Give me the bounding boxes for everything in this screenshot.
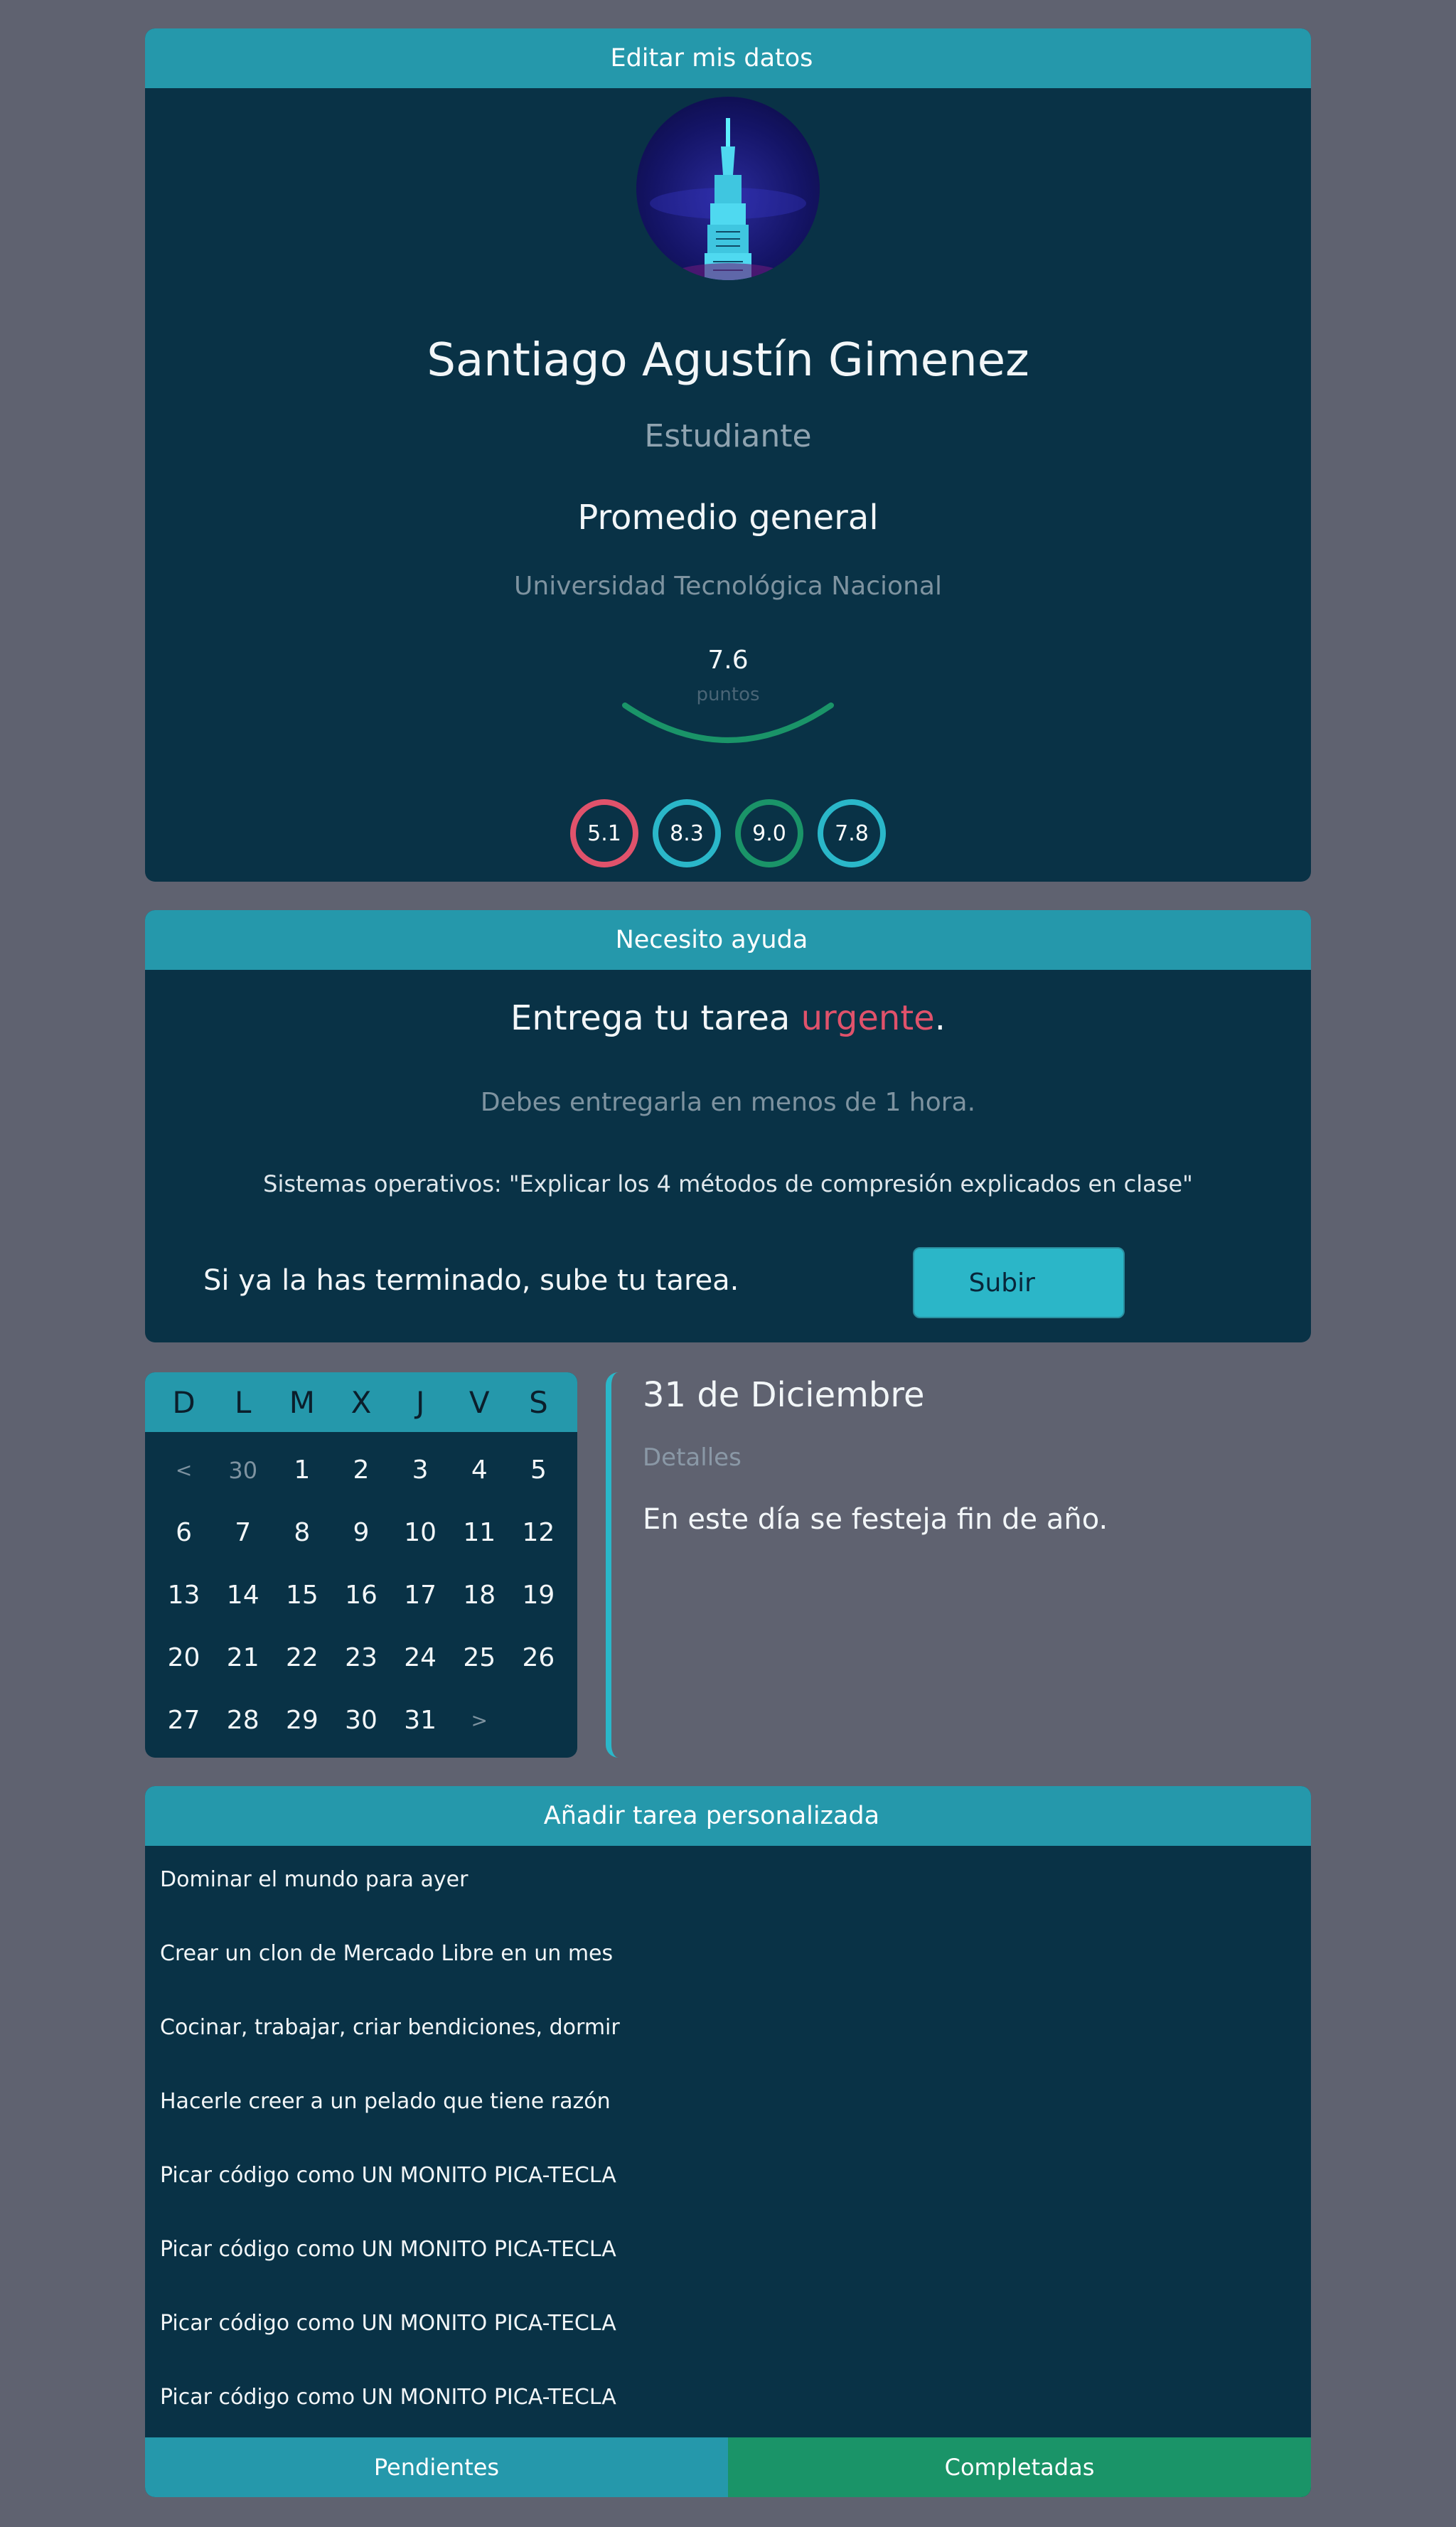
add-task-header[interactable]: Añadir tarea personalizada [145,1786,1311,1846]
calendar-day[interactable]: 7 [213,1502,272,1564]
task-tabs: Pendientes Completadas [145,2437,1311,2497]
calendar-day[interactable]: 6 [154,1502,213,1564]
tab-completed[interactable]: Completadas [728,2437,1311,2497]
urgent-title: Entrega tu tarea urgente. [145,998,1311,1038]
urgent-suffix: . [934,998,946,1038]
calendar-day[interactable]: 22 [272,1627,331,1689]
calendar-day[interactable]: 26 [509,1627,568,1689]
subject-scores: 5.1 8.3 9.0 7.8 [145,799,1311,867]
calendar-day[interactable]: 18 [450,1564,509,1627]
task-item[interactable]: Picar código como UN MONITO PICA-TECLA [145,2363,1311,2437]
calendar-day[interactable]: 30 [331,1689,390,1752]
task-item[interactable]: Picar código como UN MONITO PICA-TECLA [145,2216,1311,2290]
weekday-label: X [350,1384,372,1420]
calendar-day[interactable]: 14 [213,1564,272,1627]
university-name: Universidad Tecnológica Nacional [514,572,942,601]
calendar-day[interactable]: 16 [331,1564,390,1627]
calendar-day[interactable]: 20 [154,1627,213,1689]
calendar: D L M X J V S < 30 1 2 3 4 5 6 7 8 9 10 … [145,1372,577,1758]
weekday-label: S [529,1384,548,1420]
task-item[interactable]: Hacerle creer a un pelado que tiene razó… [145,2068,1311,2142]
student-role: Estudiante [644,418,812,454]
calendar-day[interactable]: 28 [213,1689,272,1752]
prev-month-button[interactable]: < [154,1439,213,1502]
day-detail-text: En este día se festeja fin de año. [643,1503,1108,1536]
weekday-label: V [469,1384,490,1420]
tasks-card: Añadir tarea personalizada Dominar el mu… [145,1786,1311,2497]
calendar-day[interactable]: 31 [391,1689,450,1752]
score-circle[interactable]: 7.8 [818,799,886,867]
day-detail-panel: 31 de Diciembre Detalles En este día se … [606,1372,1310,1758]
calendar-day[interactable]: 25 [450,1627,509,1689]
calendar-day[interactable]: 24 [391,1627,450,1689]
task-item[interactable]: Picar código como UN MONITO PICA-TECLA [145,2142,1311,2216]
student-name: Santiago Agustín Gimenez [427,334,1029,387]
calendar-day[interactable]: 10 [391,1502,450,1564]
help-card: Necesito ayuda Entrega tu tarea urgente.… [145,910,1311,1342]
tower-image [650,118,806,280]
task-item[interactable]: Dominar el mundo para ayer [145,1846,1311,1920]
calendar-day[interactable]: 12 [509,1502,568,1564]
upload-button[interactable]: Subir [913,1247,1125,1318]
weekday-label: D [172,1384,196,1420]
calendar-day[interactable]: 23 [331,1627,390,1689]
task-item[interactable]: Cocinar, trabajar, criar bendiciones, do… [145,1994,1311,2068]
edit-profile-header[interactable]: Editar mis datos [145,28,1311,88]
weekday-label: L [235,1384,252,1420]
calendar-day[interactable]: 5 [509,1439,568,1502]
profile-card: Editar mis datos Santiago Agustín Gimene… [145,28,1311,882]
calendar-day[interactable]: 29 [272,1689,331,1752]
calendar-day[interactable]: 30 [213,1439,272,1502]
task-list: Dominar el mundo para ayer Crear un clon… [145,1846,1311,2437]
calendar-day[interactable]: 17 [391,1564,450,1627]
need-help-header[interactable]: Necesito ayuda [145,910,1311,970]
calendar-day[interactable]: 4 [450,1439,509,1502]
urgent-word: urgente [801,998,935,1038]
upload-prompt: Si ya la has terminado, sube tu tarea. [203,1264,739,1297]
next-month-button[interactable]: > [450,1689,509,1752]
calendar-day[interactable]: 27 [154,1689,213,1752]
calendar-day[interactable]: 11 [450,1502,509,1564]
calendar-days: < 30 1 2 3 4 5 6 7 8 9 10 11 12 13 14 15… [145,1432,577,1752]
calendar-weekdays: D L M X J V S [145,1372,577,1432]
task-item[interactable]: Picar código como UN MONITO PICA-TECLA [145,2290,1311,2363]
score-circle[interactable]: 9.0 [735,799,803,867]
avatar[interactable] [636,97,820,280]
average-value: 7.6 [707,646,749,675]
urgent-task-description: Sistemas operativos: "Explicar los 4 mét… [263,1170,1193,1197]
calendar-day[interactable]: 2 [331,1439,390,1502]
urgent-prefix: Entrega tu tarea [510,998,801,1038]
calendar-day[interactable]: 19 [509,1564,568,1627]
urgent-subtitle: Debes entregarla en menos de 1 hora. [480,1088,976,1117]
calendar-day[interactable]: 15 [272,1564,331,1627]
calendar-day[interactable]: 13 [154,1564,213,1627]
weekday-label: M [289,1384,315,1420]
tab-pending[interactable]: Pendientes [145,2437,728,2497]
calendar-day[interactable]: 8 [272,1502,331,1564]
day-detail-subtitle: Detalles [643,1443,742,1472]
day-detail-title: 31 de Diciembre [643,1375,925,1415]
task-item[interactable]: Crear un clon de Mercado Libre en un mes [145,1920,1311,1994]
average-unit: puntos [696,684,760,705]
calendar-day[interactable]: 1 [272,1439,331,1502]
score-circle[interactable]: 5.1 [570,799,638,867]
calendar-day[interactable]: 21 [213,1627,272,1689]
score-circle[interactable]: 8.3 [653,799,721,867]
average-title: Promedio general [577,498,879,538]
average-gauge [622,702,834,743]
calendar-day[interactable]: 3 [391,1439,450,1502]
calendar-day[interactable]: 9 [331,1502,390,1564]
weekday-label: J [415,1384,425,1420]
